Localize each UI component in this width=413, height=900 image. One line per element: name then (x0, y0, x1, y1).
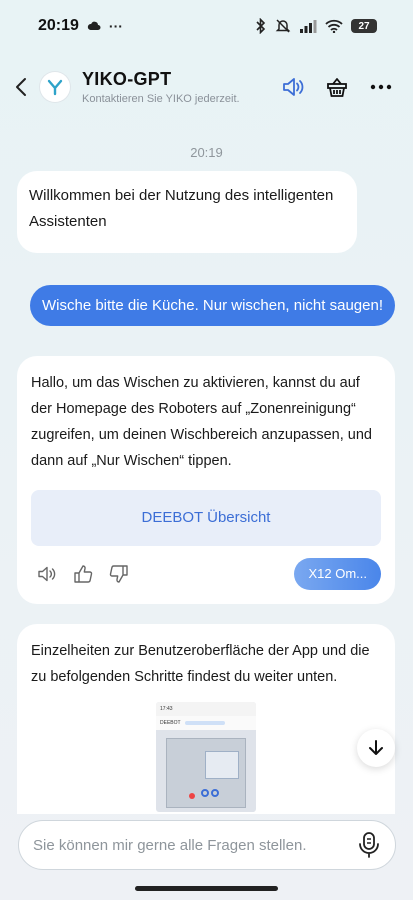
message-input[interactable] (33, 836, 347, 854)
cloud-icon (87, 21, 101, 30)
deebot-overview-card[interactable]: DEEBOT Übersicht (31, 490, 381, 546)
thumbnail-title-bar (184, 721, 225, 725)
app-title: YIKO-GPT (82, 69, 172, 89)
basket-button[interactable] (325, 75, 349, 99)
thumbs-up-icon[interactable] (73, 564, 93, 584)
assistant-answer: Hallo, um das Wischen zu aktivieren, kan… (17, 356, 395, 604)
status-time: 20:19 (38, 17, 79, 34)
status-bar: 20:19 ··· 27 (0, 0, 413, 52)
wifi-icon (325, 19, 343, 33)
app-screenshot-thumbnail[interactable]: 17:43 DEEBOT (156, 702, 256, 812)
arrow-down-icon (369, 740, 383, 755)
thumbnail-marker-1 (201, 789, 209, 797)
message-input-bar (18, 820, 396, 870)
answer-text: Hallo, um das Wischen zu aktivieren, kan… (31, 375, 372, 469)
details-text: Einzelheiten zur Benutzeroberfläche der … (31, 643, 370, 685)
thumbs-down-icon[interactable] (109, 564, 129, 584)
speaker-icon (283, 78, 304, 96)
thumbnail-header: DEEBOT (156, 716, 256, 730)
back-button[interactable] (10, 67, 32, 107)
yiko-logo-icon (40, 72, 70, 102)
microphone-icon (359, 832, 379, 858)
basket-icon (327, 78, 347, 97)
details-message: Einzelheiten zur Benutzeroberfläche der … (17, 624, 395, 814)
user-message: Wische bitte die Küche. Nur wischen, nic… (29, 285, 395, 326)
home-indicator (135, 886, 278, 891)
status-more-dots: ··· (108, 18, 123, 34)
thumbnail-marker-2 (211, 789, 219, 797)
chevron-left-icon (16, 78, 26, 96)
voice-input-button[interactable] (347, 823, 391, 867)
mute-bell-icon (275, 19, 291, 33)
welcome-message: Willkommen bei der Nutzung des intellige… (17, 171, 357, 253)
answer-actions: X12 Om... (31, 558, 381, 590)
signal-icon (300, 20, 317, 33)
more-button[interactable] (369, 75, 393, 99)
device-pill-button[interactable]: X12 Om... (294, 558, 381, 590)
speaker-icon[interactable] (37, 565, 57, 583)
thumbnail-map (166, 738, 246, 808)
bluetooth-icon (256, 18, 266, 34)
thumbnail-marker-3 (189, 793, 195, 799)
scroll-down-button[interactable] (357, 729, 395, 767)
chat-header: YIKO-GPT Kontaktieren Sie YIKO jederzeit… (0, 60, 413, 114)
app-subtitle: Kontaktieren Sie YIKO jederzeit. (82, 93, 240, 105)
more-icon (370, 84, 392, 90)
thumbnail-title: DEEBOT (160, 720, 181, 726)
battery-indicator: 27 (351, 19, 377, 33)
chat-timestamp: 20:19 (190, 145, 223, 160)
speaker-button[interactable] (281, 75, 305, 99)
thumbnail-room-a (205, 751, 239, 779)
